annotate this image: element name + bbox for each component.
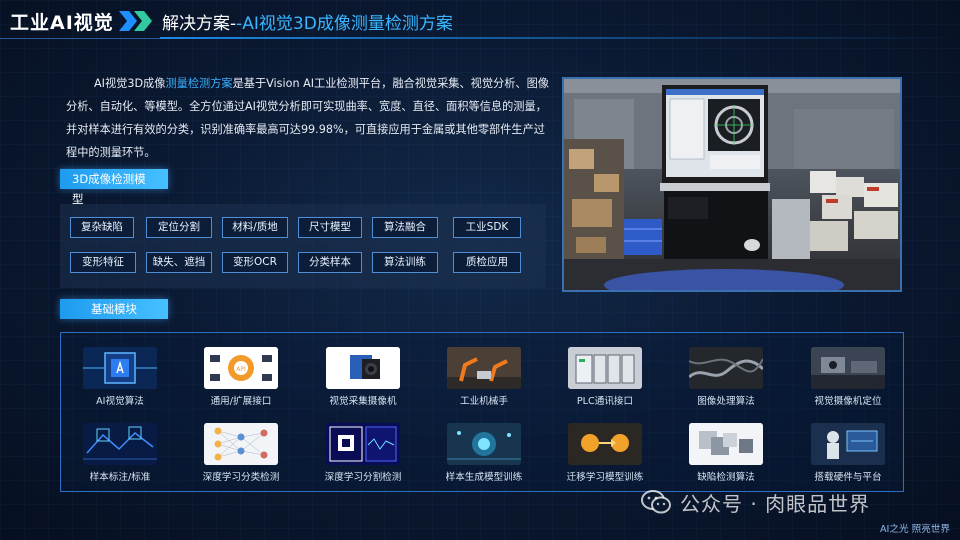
ai-chip-icon — [83, 347, 157, 389]
module-tile[interactable]: AI视觉算法 — [71, 347, 163, 407]
model-chip[interactable]: 定位分割 — [146, 217, 212, 238]
header-divider-left — [0, 38, 160, 39]
header-divider — [160, 37, 960, 39]
model-chip[interactable]: 算法训练 — [372, 252, 438, 273]
wechat-watermark: 公众号 · 肉眼品世界 — [640, 484, 870, 520]
module-label: 视觉摄像机定位 — [814, 396, 882, 407]
api-gear-icon: API — [204, 347, 278, 389]
footer-slogan: AI之光 照亮世界 — [879, 524, 950, 535]
defect-detection-icon — [689, 423, 763, 465]
camera-positioning-icon — [811, 347, 885, 389]
svg-text:API: API — [236, 366, 246, 373]
segmentation-icon — [326, 423, 400, 465]
page-title-prefix: 解决方案- — [162, 14, 237, 34]
intro-lead: AI视觉3D成像 — [94, 77, 166, 90]
module-tile[interactable]: API 通用/扩展接口 — [192, 347, 284, 407]
model-chip[interactable]: 分类样本 — [298, 252, 362, 273]
model-chip[interactable]: 质检应用 — [453, 252, 521, 273]
module-label: 深度学习分割检测 — [324, 472, 402, 483]
module-tile[interactable]: 工业机械手 — [435, 347, 527, 407]
basic-section-title: 基础模块 — [60, 299, 168, 319]
page-title: 解决方案--AI视觉3D成像测量检测方案 — [162, 9, 453, 34]
model-chip[interactable]: 材料/质地 — [222, 217, 288, 238]
module-label: 图像处理算法 — [697, 396, 755, 407]
inspection-station-illustration — [564, 79, 900, 290]
intro-paragraph: AI视觉3D成像测量检测方案是基于Vision AI工业检测平台，融合视觉采集、… — [66, 72, 552, 164]
model-chip[interactable]: 复杂缺陷 — [70, 217, 134, 238]
brand-title: 工业AI视觉 — [10, 12, 114, 34]
transfer-learning-icon — [568, 423, 642, 465]
page-title-accent: -AI视觉3D成像测量检测方案 — [236, 14, 453, 34]
module-label: 迁移学习模型训练 — [566, 472, 644, 483]
wechat-icon — [641, 490, 671, 514]
model-training-icon — [447, 423, 521, 465]
module-tile[interactable]: 深度学习分割检测 — [314, 423, 406, 483]
module-tile[interactable]: 视觉摄像机定位 — [799, 347, 891, 407]
model-chip[interactable]: 工业SDK — [453, 217, 521, 238]
plc-controller-icon — [568, 347, 642, 389]
inspection-station-photo — [562, 77, 902, 292]
module-label: 样本标注/标准 — [89, 472, 151, 483]
intro-highlight: 测量检测方案 — [165, 77, 233, 90]
module-tile[interactable]: 搭载硬件与平台 — [799, 423, 891, 483]
module-label: 视觉采集摄像机 — [329, 396, 397, 407]
model-chip[interactable]: 缺失、遮挡 — [146, 252, 212, 273]
model-chip[interactable]: 变形OCR — [222, 252, 288, 273]
module-tile[interactable]: 视觉采集摄像机 — [314, 347, 406, 407]
hardware-platform-icon — [811, 423, 885, 465]
module-tile[interactable]: 样本生成模型训练 — [435, 423, 527, 483]
model-chip[interactable]: 尺寸模型 — [298, 217, 362, 238]
double-chevron-icon — [119, 11, 152, 31]
industrial-camera-icon — [326, 347, 400, 389]
model-chip[interactable]: 变形特征 — [70, 252, 136, 273]
sample-annotation-icon — [83, 423, 157, 465]
module-label: 缺陷检测算法 — [697, 472, 755, 483]
model-chip[interactable]: 算法融合 — [372, 217, 438, 238]
module-label: PLC通讯接口 — [576, 396, 634, 407]
model-chip-panel: 复杂缺陷 定位分割 材料/质地 尺寸模型 算法融合 工业SDK 变形特征 缺失、… — [60, 204, 546, 288]
module-tile[interactable]: 深度学习分类检测 — [192, 423, 284, 483]
module-tile[interactable]: PLC通讯接口 — [556, 347, 648, 407]
header: 工业AI视觉 解决方案--AI视觉3D成像测量检测方案 — [0, 0, 960, 40]
module-tile[interactable]: 缺陷检测算法 — [677, 423, 769, 483]
module-tile[interactable]: 样本标注/标准 — [71, 423, 163, 483]
module-label: 工业机械手 — [460, 396, 508, 407]
image-processing-icon — [689, 347, 763, 389]
robot-arm-icon — [447, 347, 521, 389]
module-label: AI视觉算法 — [96, 396, 144, 407]
model-section-title: 3D成像检测模型 — [60, 169, 168, 206]
module-label: 样本生成模型训练 — [445, 472, 523, 483]
module-label: 搭载硬件与平台 — [814, 472, 882, 483]
neural-network-icon — [204, 423, 278, 465]
module-label: 通用/扩展接口 — [210, 396, 272, 407]
module-tile[interactable]: 图像处理算法 — [677, 347, 769, 407]
module-label: 深度学习分类检测 — [202, 472, 280, 483]
module-panel: AI视觉算法 API 通用/扩展接口 视觉采集摄像机 工业机械手 PLC通讯接口… — [60, 332, 904, 492]
watermark-text: 公众号 · 肉眼品世界 — [680, 491, 871, 516]
module-tile[interactable]: 迁移学习模型训练 — [556, 423, 648, 483]
